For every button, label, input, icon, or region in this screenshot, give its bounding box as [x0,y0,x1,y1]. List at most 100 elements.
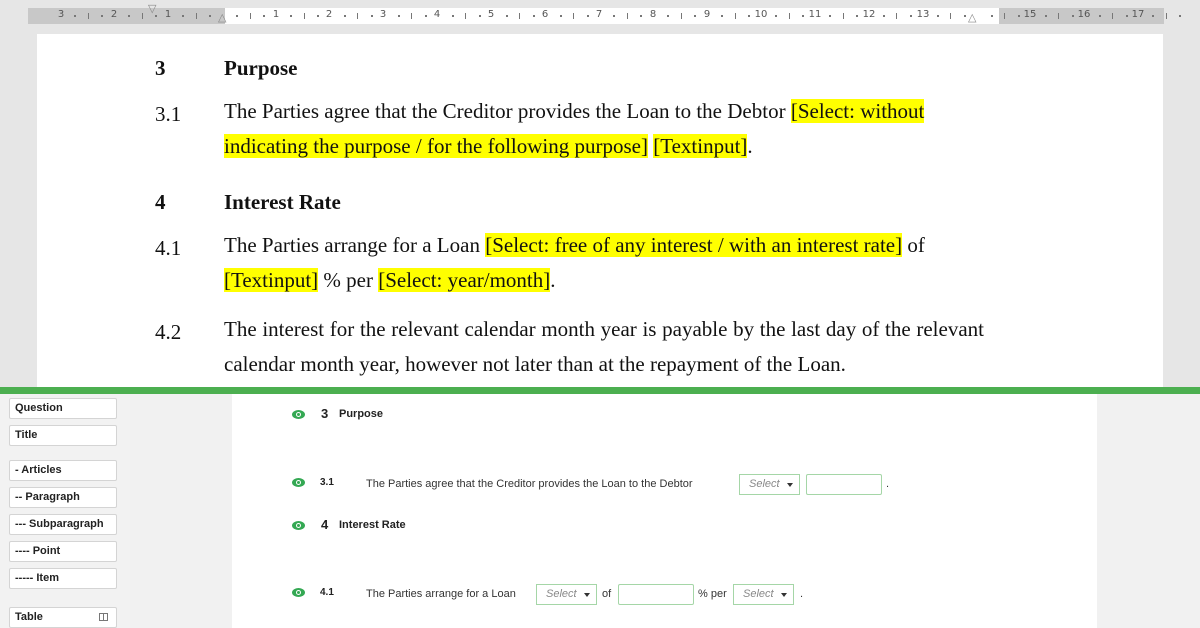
ruler-minor-mark [721,15,724,17]
ruler-half-mark [195,13,197,19]
ruler-label: 1 [272,9,280,20]
sentence-end: . [800,588,804,600]
purpose-text-input[interactable] [806,474,882,495]
ruler-half-mark [1004,13,1006,19]
ruler-minor-mark [505,15,508,17]
ruler-half-mark [465,13,467,19]
ruler-minor-mark [990,15,993,17]
palette-table-label: Table [15,611,43,623]
builder-paragraph-text: The Parties agree that the Creditor prov… [366,478,693,490]
ruler-minor-mark [263,15,266,17]
pane-splitter[interactable] [0,387,1200,394]
select-placeholder: [Select: year/month] [378,268,551,292]
builder-canvas: 3 Purpose 3.1 The Parties agree that the… [232,394,1097,628]
first-line-indent-marker[interactable]: ▽ [148,4,156,15]
ruler-minor-mark [1098,15,1101,17]
builder-paragraph-number: 3.1 [320,477,334,488]
palette-table-button[interactable]: Table [9,607,117,628]
paragraph-number: 4.2 [155,320,182,344]
select-placeholder: [Select: free of any interest / with an … [485,233,903,257]
document-view: 3 2 1 1 2 3 4 5 6 7 8 9 10 11 12 13 15 1… [0,0,1200,387]
ruler-minor-mark [424,15,427,17]
ruler-minor-mark [1125,15,1128,17]
chevron-down-icon [781,593,787,597]
paragraph-text: The Parties arrange for a Loan [Select: … [224,233,925,292]
document-page[interactable]: 3 Purpose 3.1 The Parties agree that the… [37,34,1163,387]
ruler-half-mark [734,13,736,19]
ruler-label: 9 [703,9,711,20]
ruler-label: 16 [1077,9,1091,20]
ruler-minor-mark [1152,15,1155,17]
ruler-minor-mark [1071,15,1074,17]
chevron-down-icon [787,483,793,487]
interest-rate-input[interactable] [618,584,694,605]
palette-item-button[interactable]: ----- Item [9,568,117,589]
ruler-minor-mark [209,15,212,17]
builder-section-title: Interest Rate [339,519,406,531]
builder-paragraph-3-1: 3.1 The Parties agree that the Creditor … [232,474,1097,496]
builder-section-number: 3 [321,406,329,421]
right-indent-marker[interactable]: △ [968,13,976,24]
ruler-minor-mark [559,15,562,17]
sentence-end: . [886,478,890,490]
hanging-indent-marker[interactable]: △ [218,13,226,24]
section-number: 4 [155,190,166,214]
ruler-label: 2 [110,9,118,20]
ruler-minor-mark [1017,15,1020,17]
ruler-minor-mark [343,15,346,17]
palette-articles-button[interactable]: - Articles [9,460,117,481]
palette-paragraph-button[interactable]: -- Paragraph [9,487,117,508]
ruler-label: 13 [916,9,930,20]
ruler-minor-mark [101,15,104,17]
ruler-label: 12 [862,9,876,20]
ruler-half-mark [303,13,305,19]
visibility-eye-icon[interactable] [292,521,305,530]
ruler-label: 11 [808,9,822,20]
ruler-label: 5 [487,9,495,20]
ruler-half-mark [573,13,575,19]
ruler-label: 10 [754,9,768,20]
ruler-half-mark [1058,13,1060,19]
ruler-minor-mark [451,15,454,17]
ruler-minor-mark [1044,15,1047,17]
purpose-select[interactable]: Select [739,474,800,495]
visibility-eye-icon[interactable] [292,410,305,419]
chevron-down-icon [584,593,590,597]
ruler-minor-mark [532,15,535,17]
ruler-half-mark [1165,13,1167,19]
palette-title-button[interactable]: Title [9,425,117,446]
ruler-half-mark [249,13,251,19]
ruler-half-mark [411,13,413,19]
ruler-minor-mark [1179,15,1182,17]
ruler-minor-mark [74,15,77,17]
ruler-label: 1 [164,9,172,20]
palette-question-button[interactable]: Question [9,398,117,419]
table-icon [99,613,108,621]
horizontal-ruler[interactable]: 3 2 1 1 2 3 4 5 6 7 8 9 10 11 12 13 15 1… [28,4,1182,24]
ruler-minor-mark [613,15,616,17]
ruler-minor-mark [829,15,832,17]
textinput-placeholder: [Textinput] [224,268,319,292]
paragraph-number: 4.1 [155,236,182,260]
ruler-minor-mark [155,15,158,17]
section-title: Interest Rate [224,190,341,214]
ruler-half-mark [842,13,844,19]
ruler-minor-mark [586,15,589,17]
visibility-eye-icon[interactable] [292,478,305,487]
paragraph-text: The Parties agree that the Creditor prov… [224,99,925,158]
element-palette: Question Title - Articles -- Paragraph -… [0,394,130,628]
visibility-eye-icon[interactable] [292,588,305,597]
palette-subparagraph-button[interactable]: --- Subparagraph [9,514,117,535]
period-select[interactable]: Select [733,584,794,605]
builder-paragraph-number: 4.1 [320,587,334,598]
ruler-minor-mark [694,15,697,17]
ruler-minor-mark [667,15,670,17]
palette-point-button[interactable]: ---- Point [9,541,117,562]
builder-section-4: 4 Interest Rate [232,517,1097,539]
of-label: of [602,588,612,600]
interest-type-select[interactable]: Select [536,584,597,605]
ruler-half-mark [626,13,628,19]
ruler-label: 4 [433,9,441,20]
section-number: 3 [155,56,166,80]
per-label: % per [698,588,727,600]
